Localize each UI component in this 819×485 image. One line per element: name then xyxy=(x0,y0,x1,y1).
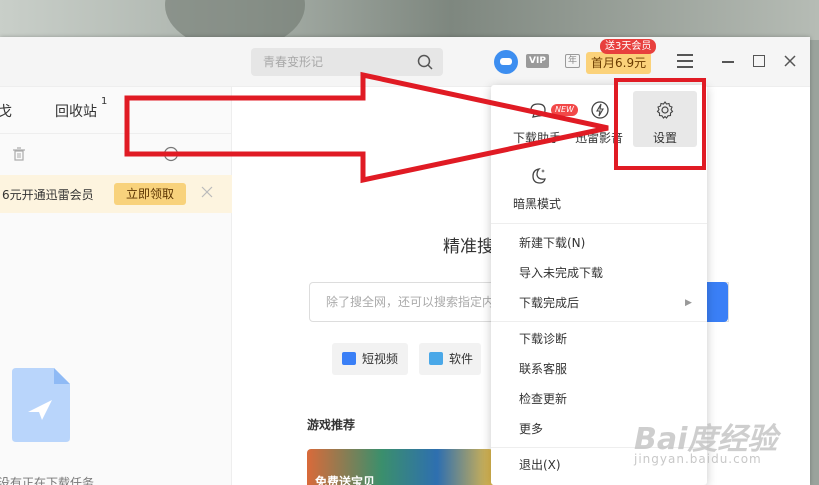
menu-tile-label: 下载助手 xyxy=(512,131,561,145)
chip-short-video[interactable]: 短视频 xyxy=(332,343,408,375)
promo-button[interactable]: 首月6.9元 xyxy=(586,52,652,74)
main-search-button[interactable] xyxy=(707,282,728,322)
vip-badge[interactable]: VIP xyxy=(526,54,549,68)
moon-icon xyxy=(532,168,546,184)
menu-tile-dark-mode[interactable]: 暗黑模式 xyxy=(503,157,571,215)
trash-icon[interactable] xyxy=(12,147,26,161)
avatar[interactable] xyxy=(494,50,518,74)
empty-state-text: 没有正在下载任务 xyxy=(0,476,95,485)
watermark: Bai度经验 jingyan.baidu.com xyxy=(624,412,814,474)
software-icon xyxy=(429,352,443,365)
wallpaper-shape xyxy=(165,0,305,40)
menu-tile-download-assistant[interactable]: NEW 下载助手 xyxy=(503,91,578,149)
search-heading: 精准搜 xyxy=(443,237,494,257)
video-icon xyxy=(342,352,356,365)
search-input[interactable] xyxy=(251,48,411,76)
section-title-games: 游戏推荐 xyxy=(307,418,356,432)
chip-label: 软件 xyxy=(449,352,474,366)
desktop-background xyxy=(0,0,819,40)
main-menu-button[interactable] xyxy=(677,54,693,68)
player-icon xyxy=(591,101,609,119)
search-box[interactable] xyxy=(251,48,443,76)
claim-button[interactable]: 立即领取 xyxy=(114,183,187,205)
download-assistant-icon xyxy=(530,103,546,118)
menu-item-new-download[interactable]: 新建下载(N) xyxy=(519,231,699,255)
menu-icon-line xyxy=(677,66,693,68)
chip-label: 短视频 xyxy=(362,352,399,366)
menu-icon-line xyxy=(677,60,693,62)
menu-divider xyxy=(491,321,707,322)
watermark-url: jingyan.baidu.com xyxy=(634,452,762,466)
game-card[interactable]: 免费送宝贝 xyxy=(307,449,493,485)
submenu-arrow-icon: ▶ xyxy=(685,298,692,308)
divider xyxy=(0,133,232,134)
minimize-button[interactable] xyxy=(722,61,734,63)
menu-item-after-download[interactable]: 下载完成后 xyxy=(519,291,699,315)
game-card-title: 免费送宝贝 xyxy=(315,475,376,485)
menu-icon-line xyxy=(677,54,693,56)
annotation-highlight-box xyxy=(614,78,706,170)
tab-recycle-bin[interactable]: 回收站 xyxy=(55,101,97,121)
close-button[interactable] xyxy=(782,53,798,69)
vip-promo-bar: 6元开通迅雷会员 立即领取 xyxy=(0,175,232,213)
empty-file-illustration xyxy=(12,368,70,442)
promo-tag: 送3天会员 xyxy=(600,39,657,54)
menu-item-support[interactable]: 联系客服 xyxy=(519,357,699,381)
menu-item-diagnose[interactable]: 下载诊断 xyxy=(519,327,699,351)
menu-item-import-unfinished[interactable]: 导入未完成下载 xyxy=(519,261,699,285)
menu-divider xyxy=(491,223,707,224)
close-icon[interactable] xyxy=(201,186,213,198)
chip-software[interactable]: 软件 xyxy=(419,343,481,375)
menu-tile-label: 暗黑模式 xyxy=(512,197,561,211)
vip-promo-text: 6元开通迅雷会员 xyxy=(2,188,94,202)
tab-completed[interactable]: 戈 xyxy=(0,101,12,121)
sidebar: 戈 回收站 1 6元开通迅雷会员 立即领取 没有正在下载任务 xyxy=(0,87,232,485)
search-icon[interactable] xyxy=(417,54,433,70)
minus-circle-icon[interactable] xyxy=(163,146,179,162)
year-badge: 年 xyxy=(565,54,581,68)
recycle-count: 1 xyxy=(101,96,108,107)
menu-item-check-update[interactable]: 检查更新 xyxy=(519,387,699,411)
maximize-button[interactable] xyxy=(753,55,765,67)
